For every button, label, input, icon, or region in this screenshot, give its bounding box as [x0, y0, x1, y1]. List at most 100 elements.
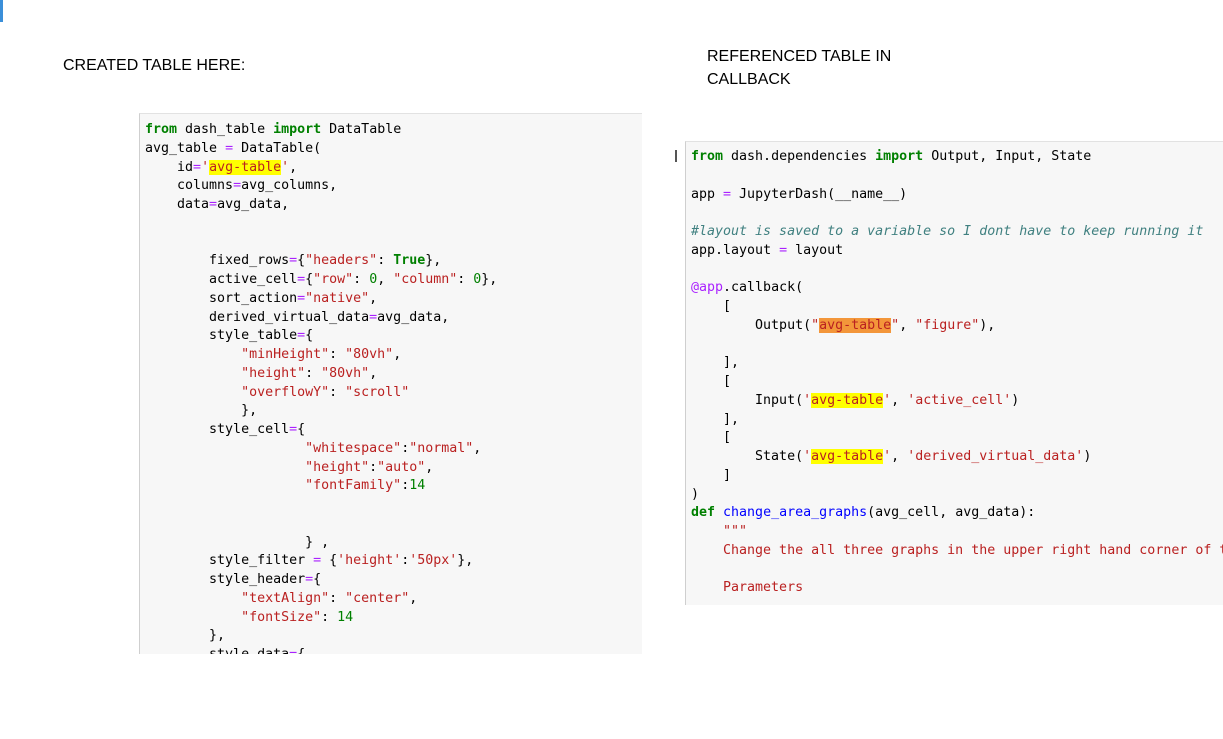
punctuation: : [457, 272, 474, 287]
arg-name: style_data [145, 647, 289, 654]
arg-name: id [145, 159, 194, 175]
arg-name: style_table [145, 328, 298, 344]
string-value: "center" [345, 590, 410, 606]
operator: = [305, 572, 314, 587]
operator: = [723, 186, 732, 202]
code-line: id='avg-table', [140, 159, 642, 178]
arg-name: fixed_rows [145, 253, 290, 269]
highlighted-table-id-selected: avg-table [819, 317, 892, 333]
code-line: style_filter = {'height':'50px'}, [140, 552, 642, 571]
string-key: 'height' [337, 553, 402, 569]
number-value: 14 [409, 478, 426, 494]
string-key: "height" [241, 365, 306, 381]
punctuation: { [297, 253, 306, 269]
import-name: DataTable [321, 122, 402, 137]
code-line: "whitespace":"normal", [140, 440, 642, 459]
punctuation: ) [899, 186, 908, 202]
punctuation: : [401, 440, 410, 456]
punctuation: }, [457, 553, 474, 569]
code-line: "fontFamily":14 [140, 477, 642, 496]
punctuation: : [401, 478, 410, 494]
punctuation: , [425, 459, 434, 475]
call-text: DataTable( [233, 140, 322, 156]
code-line: columns=avg_columns, [140, 177, 642, 196]
referenced-table-caption: REFERENCED TABLE IN CALLBACK [707, 48, 892, 88]
keyword-import: import [273, 122, 322, 137]
punctuation: : [369, 459, 378, 475]
code-line: [ [691, 430, 732, 446]
string-value: 'derived_virtual_data' [907, 449, 1084, 464]
code-line: app.layout = layout [686, 242, 1223, 261]
code-line: Parameters [686, 579, 1223, 598]
string-key: "whitespace" [305, 440, 402, 456]
punctuation: : [321, 609, 338, 625]
string-value: "figure" [915, 317, 980, 333]
punctuation: { [321, 553, 338, 569]
module-name: dash.dependencies [723, 149, 876, 164]
code-line: active_cell={"row": 0, "column": 0}, [140, 271, 642, 290]
code-line: sort_action="native", [140, 290, 642, 309]
arg-name: columns [145, 178, 234, 194]
code-line: "fontSize": 14 [140, 609, 642, 628]
string-value: "80vh" [321, 365, 370, 381]
string-quote: " [891, 317, 900, 333]
docstring: Parameters [691, 580, 804, 596]
code-line: } , [145, 534, 330, 550]
datatable-code-cell[interactable]: from dash_table import DataTable avg_tab… [139, 113, 642, 654]
code-line: #layout is saved to a variable so I dont… [686, 223, 1223, 242]
string-key: "minHeight" [241, 347, 330, 362]
callback-code-cell[interactable]: from dash.dependencies import Output, In… [685, 141, 1223, 605]
function-name: change_area_graphs [715, 505, 868, 521]
docstring: """ [691, 524, 748, 539]
code-line: Input('avg-table', 'active_cell') [686, 392, 1223, 411]
string-quote: " [811, 317, 820, 333]
keyword-from: from [691, 149, 724, 164]
arg-name: active_cell [145, 272, 298, 287]
operator: = [193, 159, 202, 175]
keyword-from: from [145, 122, 178, 137]
code-line: style_cell={ [140, 421, 642, 440]
code-line: [ [691, 374, 732, 389]
code-line: avg_table = DataTable( [140, 140, 642, 159]
punctuation: : [377, 253, 394, 269]
punctuation: { [313, 572, 322, 587]
punctuation: , [891, 392, 908, 408]
operator: = [209, 197, 218, 212]
punctuation: { [305, 328, 314, 344]
code-line: }, [145, 403, 258, 419]
call-text: Output( [691, 317, 812, 333]
highlighted-table-id: avg-table [811, 392, 884, 408]
code-line: @app.callback( [686, 279, 1223, 298]
call-text: JupyterDash( [731, 186, 836, 202]
decorator: @app [691, 280, 724, 296]
arg-value: avg_data, [377, 309, 450, 325]
punctuation: : [329, 384, 346, 400]
string-value: '50px' [409, 553, 458, 569]
code-line: "overflowY": "scroll" [140, 384, 642, 403]
variable-name: app [691, 242, 716, 258]
call-text: State( [691, 449, 804, 464]
punctuation: , [409, 590, 418, 606]
code-line: }, [145, 628, 226, 644]
code-line: from dash_table import DataTable [140, 121, 642, 140]
variable-name: layout [787, 242, 844, 258]
operator: = [289, 253, 298, 269]
operator: = [313, 553, 322, 569]
string-quote: ' [803, 449, 812, 464]
string-key: "column" [393, 272, 458, 287]
function-params: (avg_cell, avg_data): [867, 505, 1036, 521]
string-key: "row" [313, 272, 354, 287]
code-line: ], [691, 411, 740, 427]
keyword-import: import [875, 149, 924, 164]
keyword-def: def [691, 505, 716, 521]
code-line: data=avg_data, [140, 196, 642, 215]
string-quote: ' [201, 159, 210, 175]
attribute: .layout [715, 242, 780, 258]
